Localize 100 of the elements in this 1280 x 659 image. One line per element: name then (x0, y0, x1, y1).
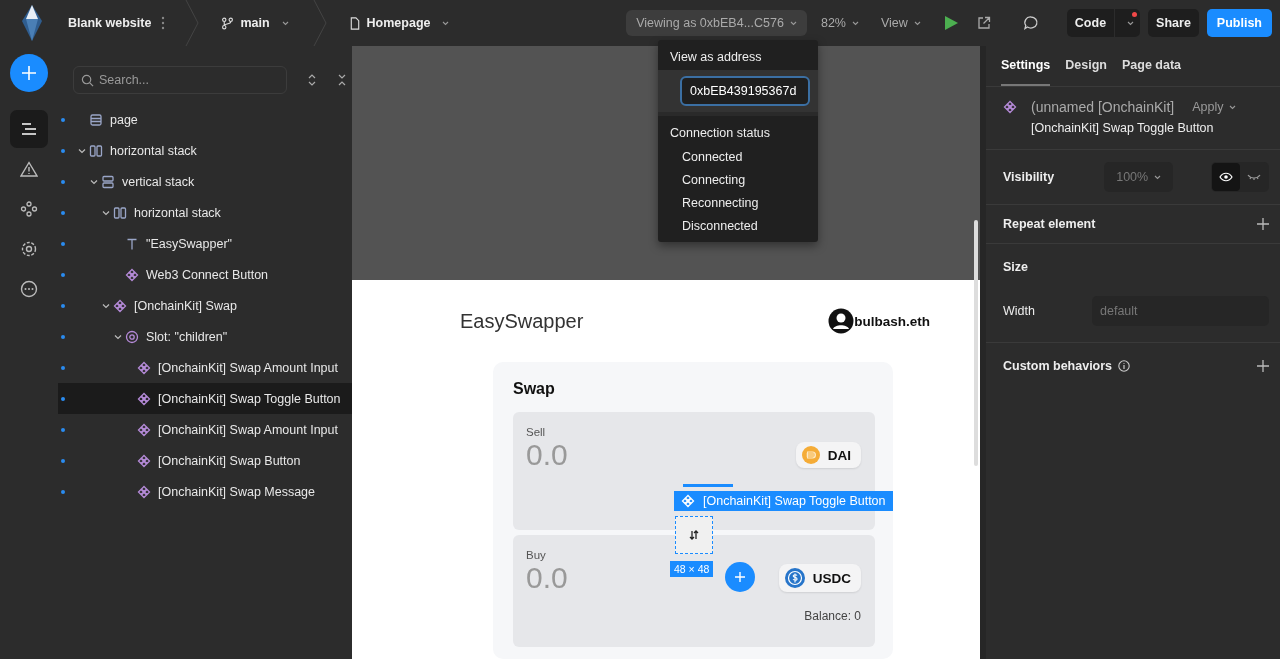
component-icon (137, 453, 151, 468)
code-options-button[interactable] (1115, 9, 1141, 37)
buy-label: Buy (526, 549, 547, 561)
layer-item[interactable]: vertical stack (58, 166, 352, 197)
menu-heading: Connection status (669, 125, 772, 142)
menu-item[interactable]: Connected (658, 146, 818, 169)
component-icon (137, 484, 151, 499)
plus-icon (734, 571, 746, 583)
section-label: Custom behaviors (1003, 359, 1113, 373)
layer-item[interactable]: page (58, 104, 352, 135)
search-icon (81, 74, 94, 87)
layer-item[interactable]: Web3 Connect Button (58, 259, 352, 290)
code-button[interactable]: Code (1066, 9, 1115, 37)
token-selector[interactable]: DAI (795, 442, 861, 468)
chevron-icon[interactable] (90, 177, 98, 186)
layer-item[interactable]: [OnchainKit] Swap Amount Input (58, 352, 352, 383)
chevron-icon[interactable] (78, 146, 86, 155)
share-button[interactable]: Share (1148, 9, 1199, 37)
menu-item[interactable]: Reconnecting (658, 192, 818, 215)
layer-item[interactable]: [OnchainKit] Swap Amount Input (58, 414, 352, 445)
caret-icon (281, 20, 289, 26)
comment-icon[interactable] (1022, 15, 1039, 31)
visible-toggle[interactable] (1212, 163, 1240, 191)
menu-item[interactable]: Disconnected (658, 215, 818, 238)
apply-dropdown[interactable]: Apply (1192, 100, 1237, 114)
eye-closed-icon (1247, 172, 1261, 182)
eye-icon (1219, 172, 1233, 182)
menu-item[interactable]: Connecting (658, 169, 818, 192)
chevron-icon[interactable] (102, 208, 110, 217)
project-name[interactable]: Blank website (68, 16, 152, 30)
panel-tab[interactable]: Design (1065, 58, 1107, 86)
more-icon (20, 280, 38, 298)
layer-item[interactable]: [OnchainKit] Swap (58, 290, 352, 321)
field-label: Width (1003, 304, 1036, 318)
panel-tab[interactable]: Page data (1122, 58, 1182, 86)
layer-item[interactable]: [OnchainKit] Swap Toggle Button (58, 383, 352, 414)
layers-icon (20, 121, 38, 137)
token-selector[interactable]: USDC (778, 564, 861, 592)
rows-icon (101, 174, 115, 189)
play-icon[interactable] (942, 15, 959, 31)
caret-icon (913, 21, 921, 27)
add-button[interactable] (10, 54, 48, 92)
section-label: Repeat element (1003, 217, 1096, 231)
layer-item[interactable]: Slot: "children" (58, 321, 352, 352)
search-field[interactable]: Search... (73, 66, 287, 94)
section-label: Size (1003, 260, 1029, 274)
menu-heading: View as address (669, 49, 763, 66)
plus-icon (20, 64, 38, 82)
chevron-icon[interactable] (102, 301, 110, 310)
columns-icon (113, 205, 127, 220)
selection-label: [OnchainKit] Swap Toggle Button (674, 491, 893, 511)
logo-icon[interactable] (20, 3, 44, 43)
component-icon (125, 267, 139, 282)
layer-item[interactable]: [OnchainKit] Swap Message (58, 476, 352, 507)
collapse-icon[interactable] (337, 74, 347, 86)
page-menu[interactable]: Homepage (348, 16, 450, 30)
plus-icon[interactable] (1257, 360, 1269, 372)
external-link-icon[interactable] (976, 16, 991, 30)
swap-arrows-icon (688, 529, 700, 541)
plus-icon[interactable] (1257, 218, 1269, 230)
info-icon[interactable] (1118, 360, 1131, 372)
layer-item[interactable]: [OnchainKit] Swap Button (58, 445, 352, 476)
account-button[interactable]: bulbash.eth (828, 308, 930, 334)
layer-item[interactable]: "EasySwapper" (58, 228, 352, 259)
caret-icon (1127, 21, 1135, 27)
layer-item[interactable]: horizontal stack (58, 197, 352, 228)
expand-icon[interactable] (307, 74, 317, 86)
swap-title: Swap (513, 380, 556, 398)
site-title: EasySwapper (460, 309, 584, 333)
settings-icon (20, 240, 38, 258)
sell-label: Sell (526, 426, 547, 438)
caret-icon (851, 21, 859, 27)
viewing-as-dropdown[interactable]: Viewing as 0xbEB4...C576 (626, 10, 807, 36)
caret-icon (442, 20, 450, 26)
chevron-icon[interactable] (114, 332, 122, 341)
branch-icon (221, 16, 235, 30)
kebab-icon[interactable] (161, 16, 166, 30)
component-icon (113, 298, 127, 313)
coin-icon (801, 446, 820, 464)
avatar-icon (828, 308, 855, 334)
size-label: 48 × 48 (670, 561, 714, 577)
component-icon (1003, 100, 1017, 114)
branch-menu[interactable]: main (221, 16, 289, 30)
section-label: Visibility (1003, 170, 1055, 184)
view-dropdown[interactable]: View (880, 16, 921, 30)
text-icon (125, 236, 139, 251)
coin-icon (784, 568, 805, 588)
caret-icon (1229, 105, 1237, 111)
address-input[interactable]: 0xbEB439195367d (680, 76, 810, 106)
component-type: [OnchainKit] Swap Toggle Button (1031, 121, 1215, 135)
zoom-dropdown[interactable]: 82% (820, 16, 859, 30)
panel-tab[interactable]: Settings (1001, 58, 1051, 86)
layers-tab[interactable] (10, 110, 48, 148)
selection-box[interactable] (675, 516, 713, 554)
document-icon (348, 16, 361, 30)
layer-item[interactable]: horizontal stack (58, 135, 352, 166)
component-icon (137, 422, 151, 437)
width-field[interactable]: default (1092, 296, 1269, 326)
component-name[interactable]: (unnamed [OnchainKit] (1031, 99, 1175, 115)
component-icon (681, 494, 695, 508)
